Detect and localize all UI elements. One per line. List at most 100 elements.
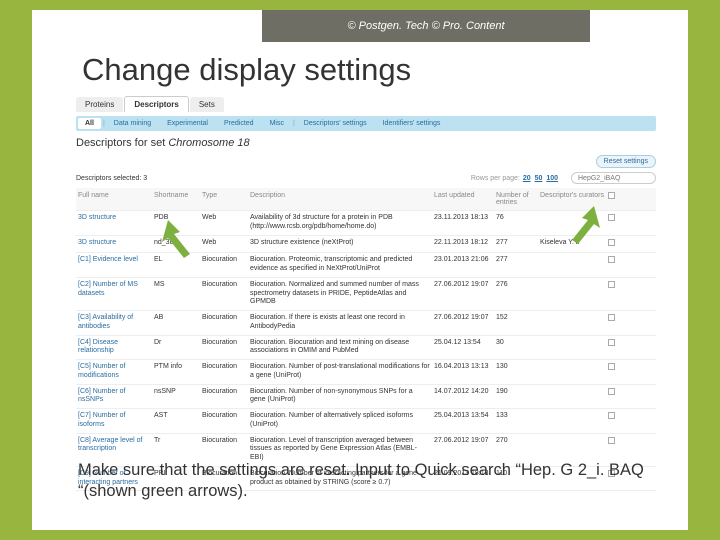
cell-fullname[interactable]: [C5] Number of modifications: [76, 360, 152, 384]
subtab-ident-settings[interactable]: Identifiers' settings: [376, 118, 448, 129]
cell-lastupdated: 23.11.2013 18:13: [432, 211, 494, 226]
cell-shortname: PTM info: [152, 360, 200, 375]
green-arrow-right: [562, 206, 602, 246]
cell-curators: [538, 336, 606, 342]
cell-entries: 277: [494, 236, 538, 251]
th-shortname[interactable]: Shortname: [152, 191, 200, 200]
cell-entries: 190: [494, 385, 538, 400]
rows-per-page: Rows per page: 20 50 100: [471, 175, 559, 182]
subtab-predicted[interactable]: Predicted: [217, 118, 261, 129]
app-panel: Proteins Descriptors Sets All| Data mini…: [76, 96, 656, 458]
cell-fullname[interactable]: [C2] Number of MS datasets: [76, 278, 152, 302]
cell-description: Biocuration. Normalized and summed numbe…: [248, 278, 432, 310]
cell-type: Biocuration: [200, 253, 248, 268]
cell-entries: 133: [494, 409, 538, 424]
cell-shortname: AST: [152, 409, 200, 424]
table-row: [C5] Number of modificationsPTM infoBioc…: [76, 360, 656, 385]
subtab-experimental[interactable]: Experimental: [160, 118, 215, 129]
row-checkbox[interactable]: [608, 314, 615, 321]
cell-description: Biocuration. Proteomic, transcriptomic a…: [248, 253, 432, 277]
green-arrow-left: [160, 220, 200, 260]
th-fullname[interactable]: Full name: [76, 191, 152, 200]
reset-settings-button[interactable]: Reset settings: [596, 155, 656, 168]
cell-lastupdated: 14.07.2012 14:20: [432, 385, 494, 400]
subtab-desc-settings[interactable]: Descriptors' settings: [297, 118, 374, 129]
cell-lastupdated: 16.04.2013 13:13: [432, 360, 494, 375]
cell-fullname[interactable]: [C1] Evidence level: [76, 253, 152, 268]
cell-curators: [538, 278, 606, 284]
cell-fullname[interactable]: 3D structure: [76, 236, 152, 251]
row-checkbox[interactable]: [608, 281, 615, 288]
cell-type: Biocuration: [200, 434, 248, 449]
th-description[interactable]: Description: [248, 191, 432, 200]
cell-fullname[interactable]: [C4] Disease relationship: [76, 336, 152, 360]
cell-shortname: AB: [152, 311, 200, 326]
table-row: [C7] Number of isoformsASTBiocurationBio…: [76, 409, 656, 434]
cell-description: 3D structure existence (neXtProt): [248, 236, 432, 251]
cell-description: Biocuration. Number of alternatively spl…: [248, 409, 432, 433]
cell-fullname[interactable]: [C3] Availability of antibodies: [76, 311, 152, 335]
cell-fullname[interactable]: [C8] Average level of transcription: [76, 434, 152, 458]
cell-lastupdated: 25.04.2013 13:54: [432, 409, 494, 424]
selected-count: Descriptors selected: 3: [76, 175, 147, 182]
table-row: [C4] Disease relationshipDrBiocurationBi…: [76, 336, 656, 361]
cell-entries: 276: [494, 278, 538, 293]
row-checkbox[interactable]: [608, 412, 615, 419]
cell-fullname[interactable]: [C7] Number of isoforms: [76, 409, 152, 433]
instruction-text: Make sure that the settings are reset. I…: [78, 460, 658, 503]
cell-lastupdated: 22.11.2013 18:12: [432, 236, 494, 251]
cell-shortname: MS: [152, 278, 200, 293]
cell-fullname[interactable]: 3D structure: [76, 211, 152, 226]
quick-search-input[interactable]: HepG2_iBAQ: [571, 172, 656, 184]
rpp-50[interactable]: 50: [535, 175, 543, 182]
cell-type: Biocuration: [200, 409, 248, 424]
subtab-datamining[interactable]: Data mining: [107, 118, 158, 129]
cell-type: Biocuration: [200, 278, 248, 293]
cell-entries: 130: [494, 360, 538, 375]
cell-curators: [538, 360, 606, 366]
row-checkbox[interactable]: [608, 363, 615, 370]
cell-curators: [538, 253, 606, 259]
cell-lastupdated: 27.06.2012 19:07: [432, 434, 494, 449]
cell-description: Biocuration. Biocuration and text mining…: [248, 336, 432, 360]
tabs-top: Proteins Descriptors Sets: [76, 96, 656, 112]
row-checkbox[interactable]: [608, 239, 615, 246]
cell-type: Web: [200, 236, 248, 251]
cell-type: Biocuration: [200, 311, 248, 326]
cell-entries: 270: [494, 434, 538, 449]
th-type[interactable]: Type: [200, 191, 248, 200]
cell-entries: 76: [494, 211, 538, 226]
cell-curators: [538, 385, 606, 391]
th-entries[interactable]: Number of entries: [494, 191, 538, 207]
copyright-text: © Postgen. Tech © Pro. Content: [347, 20, 504, 32]
cell-curators: [538, 311, 606, 317]
tab-descriptors[interactable]: Descriptors: [124, 96, 188, 112]
row-checkbox[interactable]: [608, 256, 615, 263]
cell-type: Biocuration: [200, 360, 248, 375]
cell-shortname: nsSNP: [152, 385, 200, 400]
cell-lastupdated: 27.06.2012 19:07: [432, 311, 494, 326]
row-checkbox[interactable]: [608, 339, 615, 346]
cell-description: Biocuration. If there is exists at least…: [248, 311, 432, 335]
cell-type: Biocuration: [200, 336, 248, 351]
rpp-100[interactable]: 100: [546, 175, 558, 182]
table-row: [C2] Number of MS datasetsMSBiocurationB…: [76, 278, 656, 311]
row-checkbox[interactable]: [608, 214, 615, 221]
controls-bar: Descriptors selected: 3 Rows per page: 2…: [76, 172, 656, 184]
row-checkbox[interactable]: [608, 388, 615, 395]
cell-curators: [538, 434, 606, 440]
rpp-20[interactable]: 20: [523, 175, 531, 182]
cell-curators: [538, 409, 606, 415]
cell-fullname[interactable]: [C6] Number of nsSNPs: [76, 385, 152, 409]
th-curators[interactable]: Descriptor's curators: [538, 191, 606, 200]
subtab-misc[interactable]: Misc: [263, 118, 291, 129]
cell-description: Availability of 3d structure for a prote…: [248, 211, 432, 235]
row-checkbox[interactable]: [608, 437, 615, 444]
tab-sets[interactable]: Sets: [190, 97, 224, 112]
tab-proteins[interactable]: Proteins: [76, 97, 123, 112]
th-lastupdated[interactable]: Last updated: [432, 191, 494, 200]
select-all-checkbox[interactable]: [608, 192, 615, 199]
subtab-all[interactable]: All: [78, 118, 101, 129]
top-bar: Reset settings: [76, 155, 656, 168]
cell-description: Biocuration. Number of post-translationa…: [248, 360, 432, 384]
